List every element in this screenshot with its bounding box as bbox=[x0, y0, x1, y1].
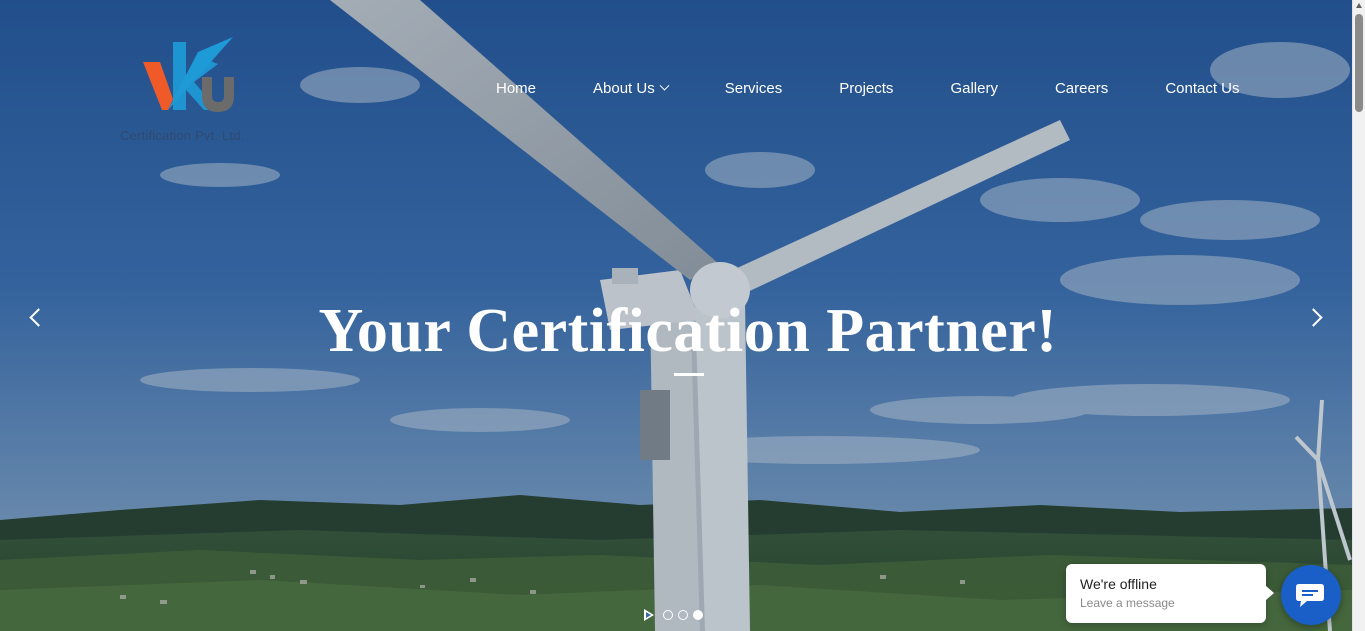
nav-item-about-us[interactable]: About Us bbox=[593, 79, 670, 97]
nav-label: About Us bbox=[593, 79, 655, 97]
chat-status-subtitle: Leave a message bbox=[1080, 596, 1175, 610]
scrollbar-thumb[interactable] bbox=[1355, 14, 1363, 112]
scroll-up-arrow-icon[interactable] bbox=[1356, 3, 1362, 8]
nav-item-careers[interactable]: Careers bbox=[1055, 80, 1108, 97]
page-scrollbar[interactable] bbox=[1352, 0, 1365, 631]
chat-status-title: We're offline bbox=[1080, 576, 1157, 592]
nav-item-contact-us[interactable]: Contact Us bbox=[1165, 80, 1239, 97]
nav-label: Gallery bbox=[950, 79, 998, 97]
headline-divider bbox=[674, 373, 704, 376]
slide-dot-2[interactable] bbox=[678, 610, 688, 620]
nav-label: Home bbox=[496, 79, 537, 97]
slide-dot-1[interactable] bbox=[663, 610, 673, 620]
hero-headline: Your Certification Partner! bbox=[318, 297, 1058, 365]
slide-dot-3[interactable] bbox=[693, 610, 703, 620]
vku-logo-mark bbox=[143, 37, 234, 112]
nav-item-services[interactable]: Services bbox=[725, 80, 783, 97]
nav-label: Careers bbox=[1054, 79, 1109, 97]
main-navigation: Home About Us Services Projects Gallery … bbox=[496, 78, 1240, 98]
company-logo[interactable]: Certification Pvt. Ltd. bbox=[120, 32, 260, 147]
play-icon[interactable] bbox=[644, 609, 654, 621]
chevron-left-icon[interactable] bbox=[24, 305, 50, 331]
chat-status-popup[interactable]: We're offline Leave a message bbox=[1066, 564, 1274, 623]
chat-icon bbox=[1296, 584, 1324, 607]
chat-launcher-button[interactable] bbox=[1281, 565, 1341, 625]
slider-pagination bbox=[644, 609, 703, 621]
chevron-down-icon bbox=[659, 80, 670, 91]
nav-item-projects[interactable]: Projects bbox=[839, 80, 893, 97]
logo-tagline: Certification Pvt. Ltd. bbox=[120, 128, 245, 143]
nav-item-gallery[interactable]: Gallery bbox=[950, 80, 998, 97]
nav-label: Projects bbox=[839, 79, 894, 97]
nav-item-home[interactable]: Home bbox=[496, 80, 536, 97]
nav-label: Services bbox=[724, 79, 783, 97]
nav-label: Contact Us bbox=[1165, 79, 1240, 97]
chevron-right-icon[interactable] bbox=[1304, 305, 1330, 331]
hero-slider: Certification Pvt. Ltd. Home About Us Se… bbox=[0, 0, 1352, 631]
